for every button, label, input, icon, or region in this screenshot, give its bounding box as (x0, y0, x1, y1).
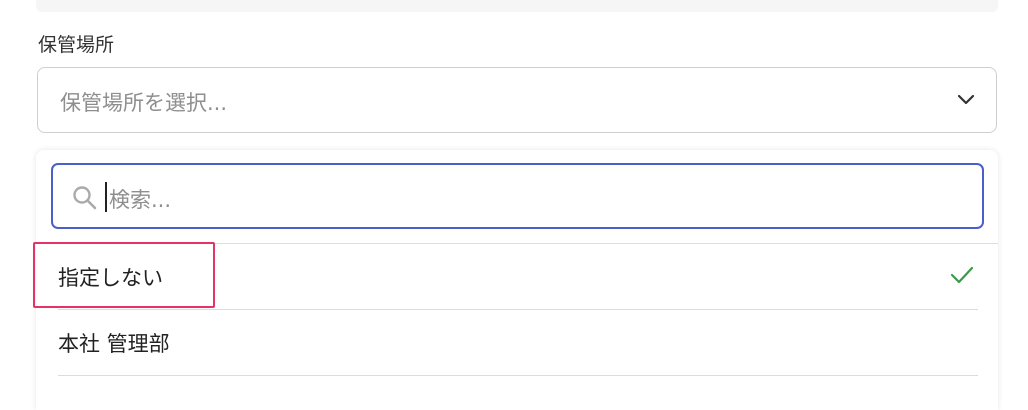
check-icon (950, 266, 974, 284)
previous-section-strip (36, 0, 998, 12)
storage-location-select[interactable]: 保管場所を選択... (37, 67, 997, 133)
option-label: 本社 管理部 (58, 332, 170, 356)
storage-location-label: 保管場所 (38, 34, 115, 56)
dropdown-panel: 検索... 指定しない 本社 管理部 (36, 150, 998, 410)
search-input[interactable]: 検索... (51, 163, 984, 229)
option-headquarters-admin[interactable]: 本社 管理部 (36, 310, 998, 376)
select-placeholder: 保管場所を選択... (60, 91, 228, 115)
chevron-down-icon (957, 94, 975, 105)
search-placeholder: 検索... (109, 188, 172, 212)
divider (58, 375, 978, 376)
option-unspecified[interactable]: 指定しない (36, 244, 998, 310)
text-cursor (105, 182, 107, 212)
search-icon (73, 186, 97, 210)
option-label: 指定しない (58, 266, 163, 290)
